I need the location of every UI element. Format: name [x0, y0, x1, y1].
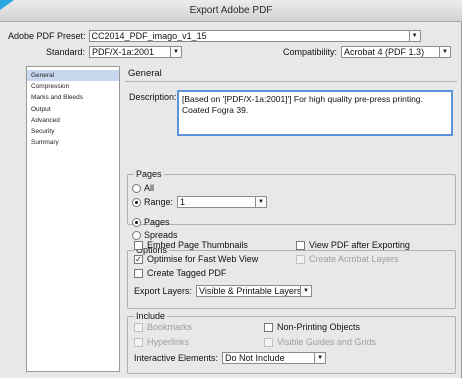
view-after-checkbox[interactable] [296, 240, 305, 250]
embed-thumbnails-checkbox[interactable] [134, 240, 143, 250]
export-layers-value: Visible & Printable Layers [199, 286, 302, 296]
standard-row: Standard: PDF/X-1a:2001 ▼ [46, 46, 183, 58]
export-pdf-dialog: Export Adobe PDF Adobe PDF Preset: CC201… [0, 0, 462, 378]
corner-accent [0, 0, 14, 10]
export-layers-row: Export Layers: Visible & Printable Layer… [134, 285, 313, 297]
compatibility-row: Compatibility: Acrobat 4 (PDF 1.3) ▼ [283, 46, 452, 58]
description-line-1: [Based on '[PDF/X-1a:2001]'] For high qu… [182, 94, 423, 104]
preset-row: Adobe PDF Preset: CC2014_PDF_imago_v1_15… [8, 30, 421, 42]
compatibility-label: Compatibility: [283, 47, 338, 57]
optimise-checkbox[interactable]: ✓ [134, 254, 143, 264]
acrobat-layers-option[interactable]: Create Acrobat Layers [296, 254, 399, 264]
radio-all[interactable] [132, 183, 141, 193]
view-after-label: View PDF after Exporting [309, 240, 410, 250]
standard-label: Standard: [46, 47, 86, 57]
chevron-down-icon: ▼ [439, 47, 451, 57]
tagged-pdf-label: Create Tagged PDF [147, 268, 227, 278]
description-textarea[interactable]: [Based on '[PDF/X-1a:2001]'] For high qu… [177, 90, 453, 136]
tagged-pdf-checkbox[interactable] [134, 268, 143, 278]
sidebar-item-output[interactable]: Output [27, 104, 119, 115]
hyperlinks-option[interactable]: Hyperlinks [134, 337, 189, 347]
guides-grids-option[interactable]: Visible Guides and Grids [264, 337, 376, 347]
non-printing-checkbox[interactable] [264, 322, 273, 332]
embed-thumbnails-label: Embed Page Thumbnails [147, 240, 248, 250]
export-layers-select[interactable]: Visible & Printable Layers ▼ [196, 285, 313, 297]
embed-thumbnails-option[interactable]: Embed Page Thumbnails [134, 240, 248, 250]
radio-range[interactable] [132, 197, 141, 207]
sidebar-nav: General Compression Marks and Bleeds Out… [26, 66, 120, 372]
sidebar-item-summary[interactable]: Summary [27, 137, 119, 148]
sidebar-item-general[interactable]: General [27, 70, 119, 82]
chevron-down-icon: ▼ [314, 353, 326, 363]
guides-grids-checkbox[interactable] [264, 337, 273, 347]
radio-spreads[interactable] [132, 230, 141, 240]
spreads-option-label: Spreads [144, 230, 178, 240]
preset-select[interactable]: CC2014_PDF_imago_v1_15 ▼ [88, 30, 421, 42]
interactive-select[interactable]: Do Not Include ▼ [222, 352, 327, 364]
preset-value: CC2014_PDF_imago_v1_15 [91, 31, 207, 41]
interactive-row: Interactive Elements: Do Not Include ▼ [134, 352, 327, 364]
guides-grids-label: Visible Guides and Grids [277, 337, 376, 347]
chevron-down-icon: ▼ [408, 31, 420, 41]
range-value: 1 [180, 197, 186, 207]
export-layers-label: Export Layers: [134, 286, 193, 296]
interactive-label: Interactive Elements: [134, 353, 219, 363]
spreads-option[interactable]: Spreads [132, 230, 178, 240]
pages-all-label: All [144, 183, 155, 193]
standard-select[interactable]: PDF/X-1a:2001 ▼ [89, 46, 183, 58]
range-select[interactable]: 1 ▼ [177, 196, 268, 208]
preset-label: Adobe PDF Preset: [8, 31, 86, 41]
chevron-down-icon: ▼ [170, 47, 182, 57]
standard-value: PDF/X-1a:2001 [92, 47, 155, 57]
non-printing-label: Non-Printing Objects [277, 322, 361, 332]
non-printing-option[interactable]: Non-Printing Objects [264, 322, 360, 332]
optimise-option[interactable]: ✓ Optimise for Fast Web View [134, 254, 258, 264]
pages-group-title: Pages [134, 169, 164, 180]
include-group-title: Include [134, 311, 168, 322]
bookmarks-option[interactable]: Bookmarks [134, 322, 192, 332]
hyperlinks-label: Hyperlinks [147, 337, 190, 347]
pages-range-label: Range: [144, 197, 174, 207]
bookmarks-label: Bookmarks [147, 322, 193, 332]
tagged-pdf-option[interactable]: Create Tagged PDF [134, 268, 226, 278]
radio-pages[interactable] [132, 217, 141, 227]
acrobat-layers-label: Create Acrobat Layers [309, 254, 399, 264]
compatibility-select[interactable]: Acrobat 4 (PDF 1.3) ▼ [341, 46, 452, 58]
chevron-down-icon: ▼ [300, 286, 312, 296]
optimise-label: Optimise for Fast Web View [147, 254, 259, 264]
pages-range-option[interactable]: Range: 1 ▼ [132, 196, 268, 208]
sidebar-item-security[interactable]: Security [27, 126, 119, 137]
sidebar-item-advanced[interactable]: Advanced [27, 115, 119, 126]
heading-divider [125, 81, 457, 82]
description-label: Description: [129, 92, 177, 102]
description-line-2: Coated Fogra 39. [182, 105, 249, 115]
view-after-option[interactable]: View PDF after Exporting [296, 240, 410, 250]
acrobat-layers-checkbox[interactable] [296, 254, 305, 264]
section-heading: General [128, 68, 162, 79]
sidebar-item-compression[interactable]: Compression [27, 81, 119, 92]
chevron-down-icon: ▼ [255, 197, 267, 207]
bookmarks-checkbox[interactable] [134, 322, 143, 332]
interactive-value: Do Not Include [225, 353, 285, 363]
pages-option[interactable]: Pages [132, 217, 170, 227]
pages-option-label: Pages [144, 217, 170, 227]
hyperlinks-checkbox[interactable] [134, 337, 143, 347]
sidebar-item-marks-and-bleeds[interactable]: Marks and Bleeds [27, 92, 119, 103]
window-title: Export Adobe PDF [0, 0, 462, 22]
compatibility-value: Acrobat 4 (PDF 1.3) [344, 47, 425, 57]
pages-all-option[interactable]: All [132, 183, 154, 193]
